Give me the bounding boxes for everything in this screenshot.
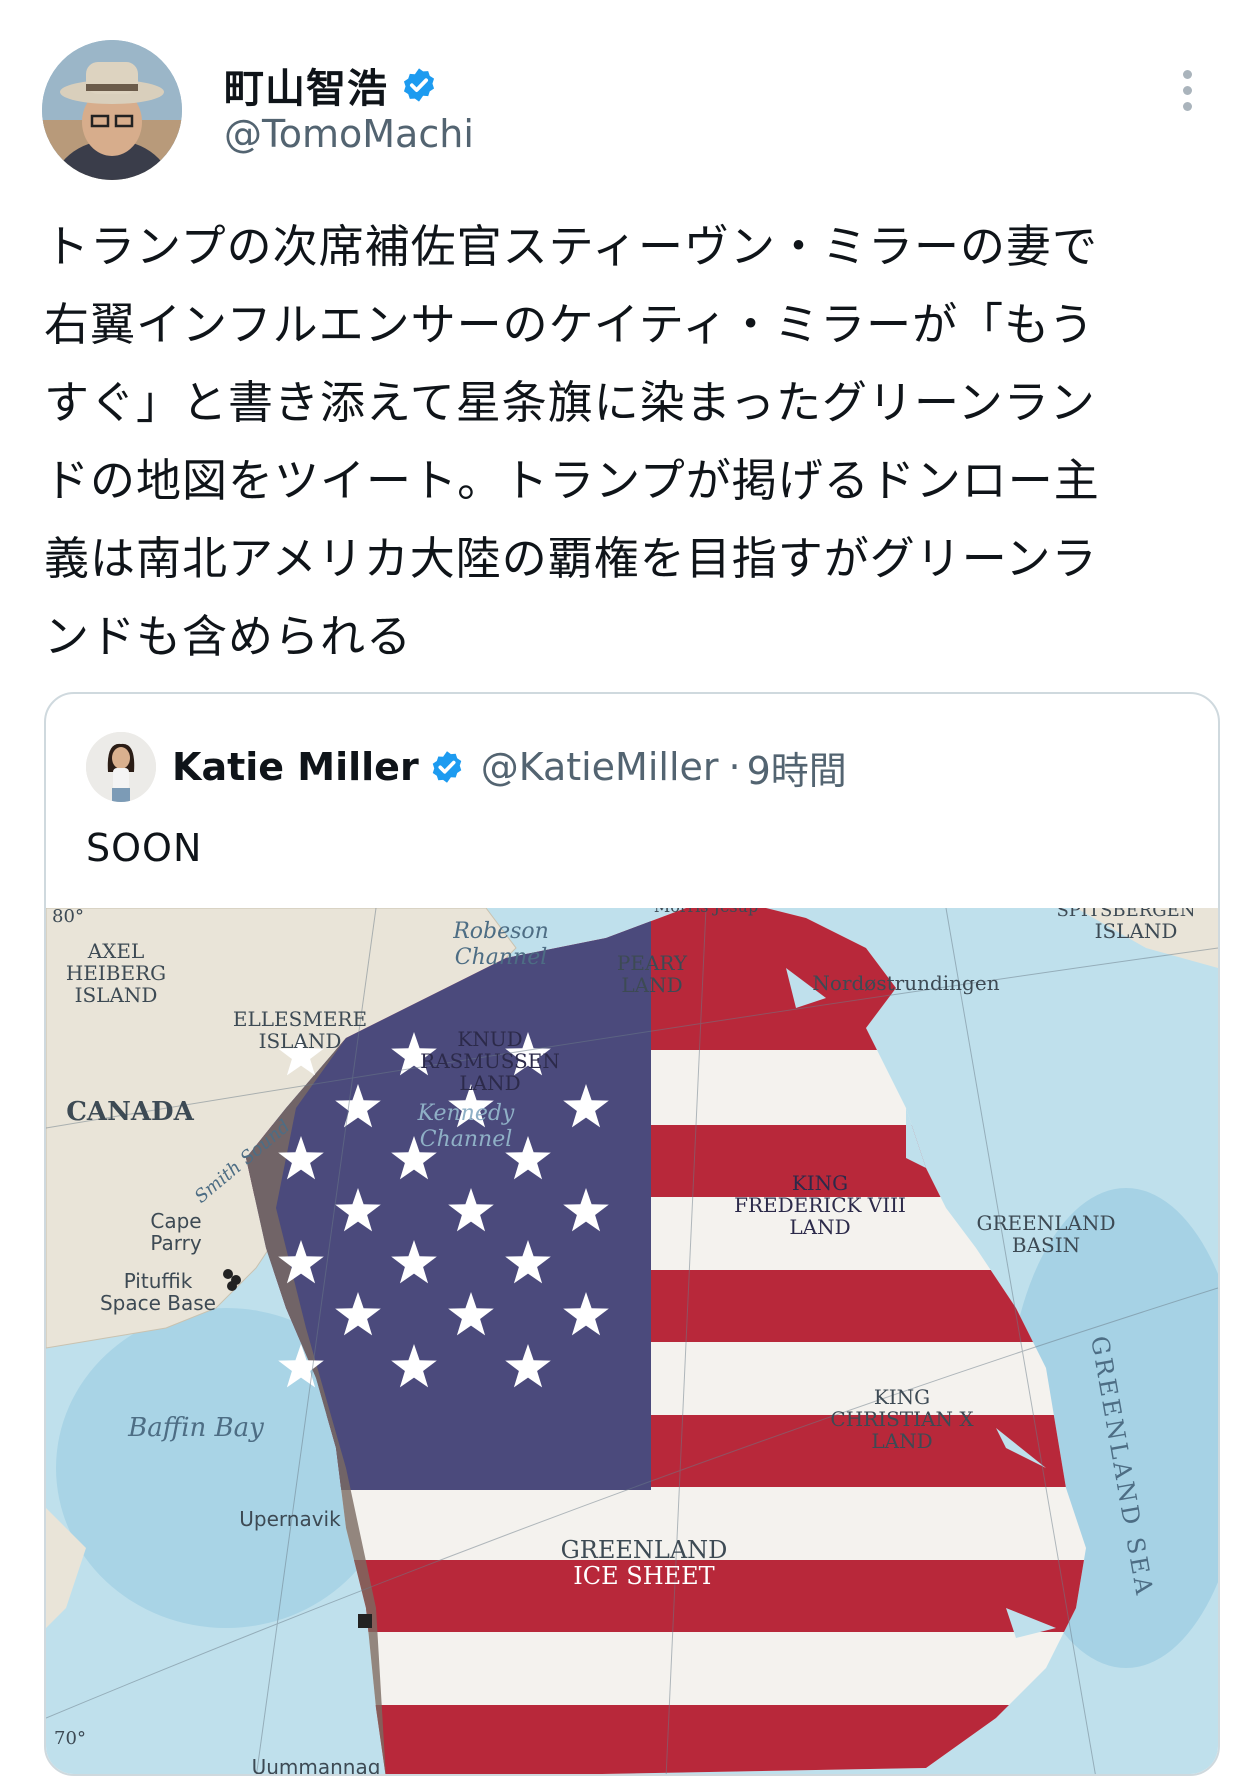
label-robeson: Robeson [452, 919, 549, 944]
label-morris-jesup: Morris Jesup [654, 908, 758, 916]
author-name-row: 町山智浩 [224, 56, 438, 114]
label-ellesmere: ELLESMERE [233, 1007, 367, 1031]
label-nordostrundingen: Nordøstrundingen [812, 971, 999, 995]
label-rasmussen: RASMUSSEN [420, 1049, 560, 1073]
label-pituffik: Pituffik [124, 1269, 193, 1293]
label-christian-x: CHRISTIAN X [830, 1407, 974, 1431]
author-handle[interactable]: @TomoMachi [224, 112, 474, 156]
label-heiberg: HEIBERG [66, 961, 166, 985]
label-axel: AXEL [87, 939, 145, 963]
label-frederick-viii: FREDERICK VIII [734, 1193, 906, 1217]
author-avatar[interactable] [42, 40, 182, 180]
label-latitude: 80° [52, 908, 84, 927]
greenland-flag-map-image[interactable]: AXEL HEIBERG ISLAND Robeson Channel Morr… [46, 908, 1218, 1776]
label-knud: KNUD [457, 1027, 522, 1051]
label-space-base: Space Base [100, 1291, 216, 1315]
label-island: ISLAND [259, 1029, 342, 1053]
label-peary: PEARY [617, 951, 688, 975]
label-island: ISLAND [75, 983, 158, 1007]
label-land: LAND [871, 1429, 932, 1453]
label-king: KING [792, 1171, 848, 1195]
label-ice-sheet: ICE SHEET [573, 1562, 714, 1590]
verified-badge-icon [403, 68, 435, 102]
label-parry: Parry [150, 1231, 202, 1255]
quote-header: Katie Miller @KatieMiller · 9時間 [86, 732, 847, 802]
quote-avatar[interactable] [86, 732, 156, 802]
label-kennedy: Kennedy [417, 1101, 515, 1126]
label-uummannaq: Uummannaq [252, 1755, 381, 1776]
label-land: LAND [459, 1071, 520, 1095]
label-greenland: GREENLAND [977, 1211, 1116, 1235]
label-greenland: GREENLAND [561, 1536, 728, 1564]
quote-author-name[interactable]: Katie Miller [172, 745, 419, 789]
label-upernavik: Upernavik [239, 1507, 341, 1531]
dot-separator: · [728, 745, 741, 789]
label-channel: Channel [455, 945, 548, 970]
label-cape: Cape [150, 1209, 201, 1233]
label-canada: CANADA [66, 1097, 194, 1127]
tweet-text: トランプの次席補佐官スティーヴン・ミラーの妻で 右翼インフルエンサーのケイティ・… [44, 220, 1100, 663]
quote-text: SOON [86, 826, 203, 870]
label-king: KING [874, 1385, 930, 1409]
label-latitude: 70° [54, 1728, 86, 1749]
quote-author-handle[interactable]: @KatieMiller [481, 745, 719, 789]
quoted-tweet[interactable]: Katie Miller @KatieMiller · 9時間 SOON AXE… [44, 692, 1220, 1776]
verified-badge-icon [432, 751, 461, 783]
quote-timestamp[interactable]: 9時間 [747, 740, 847, 795]
label-land: LAND [621, 973, 682, 997]
tweet-header: 町山智浩 @TomoMachi [0, 0, 1260, 200]
label-basin: BASIN [1012, 1233, 1080, 1257]
label-channel: Channel [420, 1127, 513, 1152]
more-options-icon[interactable] [1172, 70, 1202, 120]
author-display-name[interactable]: 町山智浩 [224, 56, 388, 114]
label-island: ISLAND [1095, 919, 1178, 943]
label-land: LAND [789, 1215, 850, 1239]
label-baffin-bay: Baffin Bay [127, 1413, 264, 1443]
